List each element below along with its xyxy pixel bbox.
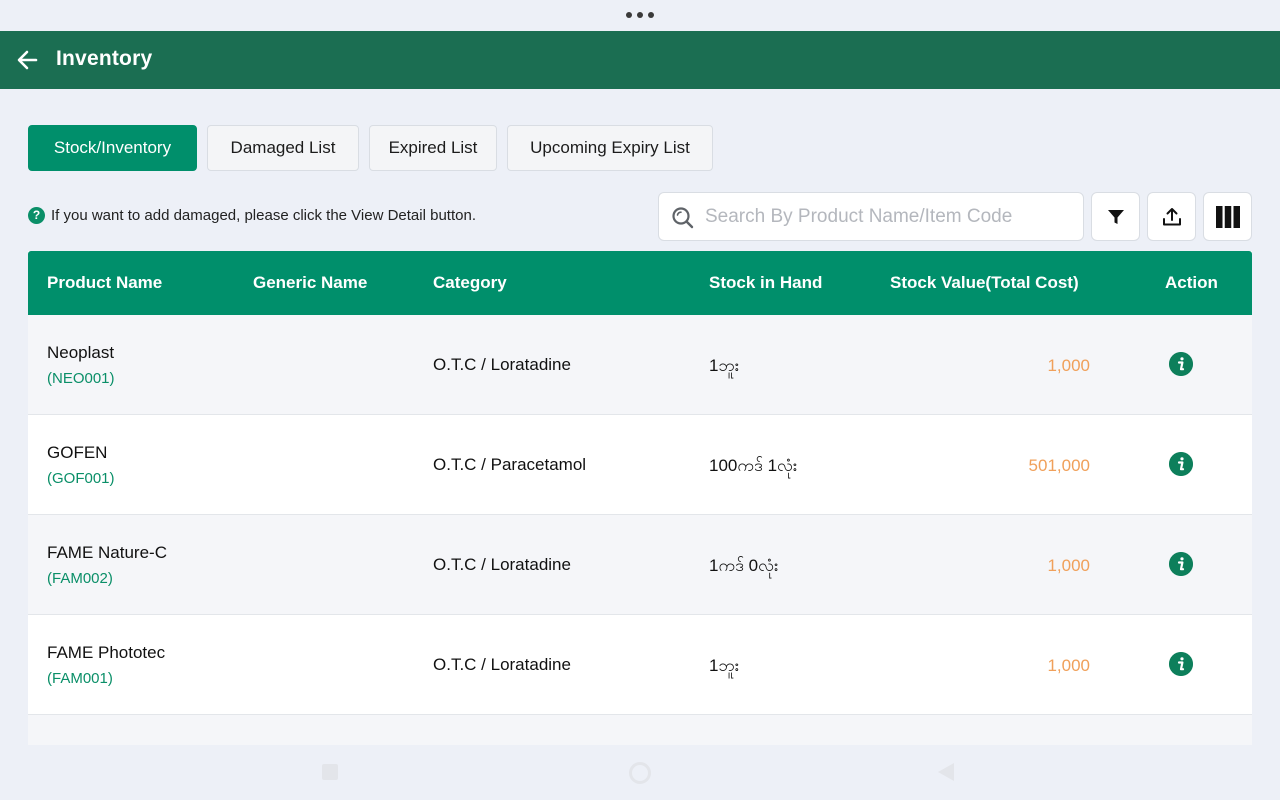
- more-dots-icon[interactable]: [626, 12, 654, 18]
- hint-message: ? If you want to add damaged, please cli…: [28, 205, 476, 225]
- product-name: FAME Phototec: [47, 643, 166, 662]
- table-row-partial: [28, 715, 1252, 745]
- table-row: GOFEN (GOF001) O.T.C / Paracetamol 100ကဒ…: [28, 415, 1252, 515]
- header-generic-name[interactable]: Generic Name: [253, 251, 367, 315]
- stock-value: 1,000: [1047, 356, 1090, 375]
- filter-button[interactable]: [1091, 192, 1140, 241]
- system-nav-bar: [0, 745, 1280, 800]
- home-icon[interactable]: [629, 762, 651, 784]
- product-name: FAME Nature-C: [47, 543, 167, 562]
- product-code: (NEO001): [47, 370, 115, 387]
- stock-in-hand: 100ကဒ် 1လုံး: [709, 456, 798, 475]
- info-icon[interactable]: [1169, 352, 1193, 376]
- stock-value: 501,000: [1028, 456, 1090, 475]
- product-category: O.T.C / Loratadine: [433, 355, 571, 374]
- search-box: [658, 192, 1084, 241]
- info-icon[interactable]: [1169, 652, 1193, 676]
- tab-damaged-list[interactable]: Damaged List: [207, 125, 359, 171]
- product-category: O.T.C / Loratadine: [433, 655, 571, 674]
- page-title: Inventory: [56, 47, 153, 70]
- product-category: O.T.C / Paracetamol: [433, 455, 587, 474]
- tab-upcoming-expiry-list[interactable]: Upcoming Expiry List: [507, 125, 713, 171]
- arrow-left-icon: [17, 50, 38, 70]
- inventory-table: Product Name Generic Name Category Stock…: [28, 251, 1252, 745]
- columns-button[interactable]: [1203, 192, 1252, 241]
- columns-icon: [1215, 205, 1240, 228]
- table-row: FAME Nature-C (FAM002) O.T.C / Loratadin…: [28, 515, 1252, 615]
- stock-value: 1,000: [1047, 556, 1090, 575]
- hint-text: If you want to add damaged, please click…: [51, 206, 476, 224]
- product-name: Neoplast: [47, 343, 115, 362]
- status-bar: [0, 0, 1280, 31]
- upload-icon: [1162, 207, 1181, 225]
- filter-icon: [1107, 209, 1124, 224]
- stock-in-hand: 1ကဒ် 0လုံး: [709, 556, 779, 575]
- header-action: Action: [1165, 273, 1218, 292]
- back-button[interactable]: [14, 46, 42, 74]
- product-name: GOFEN: [47, 443, 108, 462]
- info-icon[interactable]: [1169, 452, 1193, 476]
- stock-in-hand: 1ဘူး: [709, 356, 740, 375]
- table-header: Product Name Generic Name Category Stock…: [28, 251, 1252, 315]
- question-icon: ?: [28, 206, 45, 224]
- header-product-name[interactable]: Product Name: [47, 251, 162, 315]
- table-row: FAME Phototec (FAM001) O.T.C / Loratadin…: [28, 615, 1252, 715]
- recent-apps-icon[interactable]: [322, 764, 338, 780]
- table-row: Neoplast (NEO001) O.T.C / Loratadine 1ဘူ…: [28, 315, 1252, 415]
- stock-in-hand: 1ဘူး: [709, 656, 740, 675]
- product-code: (FAM001): [47, 670, 113, 687]
- product-code: (GOF001): [47, 470, 115, 487]
- search-input[interactable]: [705, 201, 1075, 233]
- product-category: O.T.C / Loratadine: [433, 555, 571, 574]
- search-icon: [672, 207, 694, 229]
- info-icon[interactable]: [1169, 552, 1193, 576]
- product-code: (FAM002): [47, 570, 113, 587]
- header-stock-in-hand[interactable]: Stock in Hand: [709, 251, 822, 315]
- app-bar: Inventory: [0, 31, 1280, 89]
- stock-value: 1,000: [1047, 656, 1090, 675]
- back-triangle-icon[interactable]: [938, 763, 954, 781]
- header-stock-value[interactable]: Stock Value(Total Cost): [890, 251, 1079, 315]
- tab-stock-inventory[interactable]: Stock/Inventory: [28, 125, 197, 171]
- tab-expired-list[interactable]: Expired List: [369, 125, 497, 171]
- header-category[interactable]: Category: [433, 251, 507, 315]
- export-button[interactable]: [1147, 192, 1196, 241]
